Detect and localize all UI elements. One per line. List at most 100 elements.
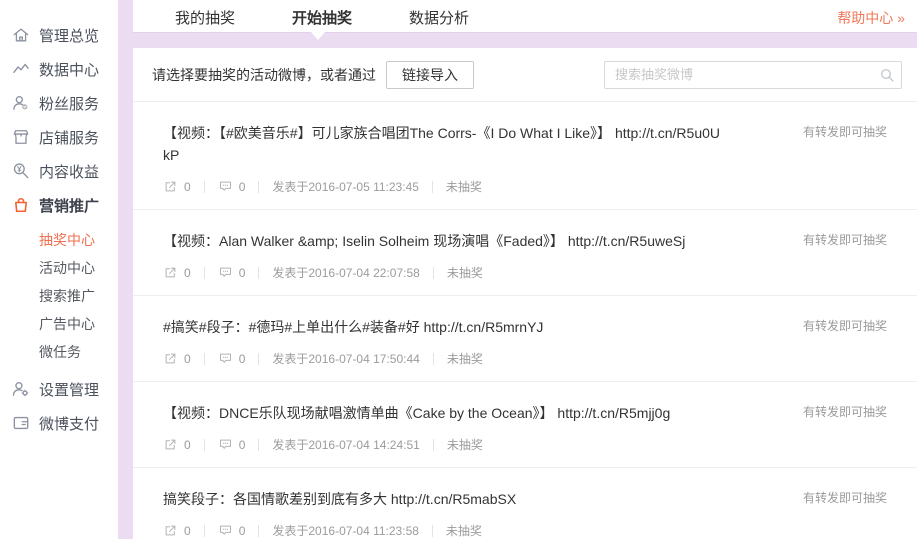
post-rule-label: 有转发即可抽奖 [802, 125, 887, 139]
sidebar: 管理总览 数据中心 粉丝服务 店铺服务 内容收益 营销推广 抽奖中心 活动中心 … [0, 0, 118, 539]
publish-time: 发表于2016-07-04 14:24:51 [272, 438, 420, 452]
share-icon [163, 179, 178, 194]
post-rule-label: 有转发即可抽奖 [802, 233, 887, 247]
lottery-status: 未抽奖 [446, 352, 483, 366]
sidebar-item-weibo-pay[interactable]: 微博支付 [0, 406, 118, 440]
tab-bar: 我的抽奖 开始抽奖 数据分析 帮助中心 » [133, 0, 917, 32]
post-rule-label: 有转发即可抽奖 [802, 319, 887, 333]
wallet-icon [11, 413, 31, 433]
line-chart-icon [11, 59, 31, 79]
search-box [604, 60, 902, 89]
home-icon [11, 25, 31, 45]
post-rule-label: 有转发即可抽奖 [802, 491, 887, 505]
link-import-button[interactable]: 链接导入 [386, 60, 474, 89]
post-item[interactable]: #搞笑#段子：#德玛#上单出什么#装备#好 http://t.cn/R5mrnY… [133, 296, 917, 382]
share-icon [163, 351, 178, 366]
divider [258, 438, 260, 451]
comment-count: 0 [238, 265, 246, 280]
share-count: 0 [184, 265, 191, 280]
sidebar-item-label: 店铺服务 [39, 129, 100, 147]
comment-icon [218, 523, 233, 538]
share-icon [163, 523, 178, 538]
card-header: 请选择要抽奖的活动微博，或者通过 链接导入 [133, 48, 917, 102]
post-title: 【视频：DNCE乐队现场献唱激情单曲《Cake by the Ocean》】 h… [163, 405, 671, 421]
help-center-link[interactable]: 帮助中心 » [837, 8, 905, 28]
sidebar-item-label: 设置管理 [39, 381, 100, 399]
divider [432, 266, 434, 279]
divider [258, 524, 260, 537]
publish-time: 发表于2016-07-04 22:07:58 [272, 266, 420, 280]
post-meta: 0 0 发表于2016-07-04 22:07:58 未抽奖 [163, 264, 887, 281]
search-icon[interactable] [879, 67, 895, 83]
lottery-status: 未抽奖 [445, 524, 482, 538]
sidebar-item-label: 粉丝服务 [39, 95, 100, 113]
sidebar-item-content-income[interactable]: 内容收益 [0, 154, 118, 188]
tab-content-gap [133, 32, 917, 48]
lottery-status: 未抽奖 [446, 266, 483, 280]
lottery-status: 未抽奖 [445, 180, 482, 194]
sidebar-subitem-lottery-center[interactable]: 抽奖中心 [0, 226, 118, 254]
sidebar-item-label: 微博支付 [39, 415, 100, 433]
fans-icon [11, 93, 31, 113]
post-meta: 0 0 发表于2016-07-05 11:23:45 未抽奖 [163, 178, 887, 195]
post-title: 【视频：【#欧美音乐#】可儿家族合唱团The Corrs-《I Do What … [163, 125, 721, 163]
post-item[interactable]: 【视频：DNCE乐队现场献唱激情单曲《Cake by the Ocean》】 h… [133, 382, 917, 468]
post-item[interactable]: 搞笑段子：各国情歌差别到底有多大 http://t.cn/R5mabSX 有转发… [133, 468, 917, 539]
tab-my-lottery[interactable]: 我的抽奖 [175, 5, 235, 28]
post-title: 搞笑段子：各国情歌差别到底有多大 http://t.cn/R5mabSX [163, 491, 517, 507]
post-item[interactable]: 【视频：Alan Walker &amp; Iselin Solheim 现场演… [133, 210, 917, 296]
sidebar-content-divider [118, 0, 133, 539]
post-item[interactable]: 【视频：【#欧美音乐#】可儿家族合唱团The Corrs-《I Do What … [133, 102, 917, 210]
share-count: 0 [184, 351, 191, 366]
comment-count: 0 [238, 437, 246, 452]
comment-icon [218, 437, 233, 452]
publish-time: 发表于2016-07-04 17:50:44 [272, 352, 420, 366]
sidebar-subitem-ad-center[interactable]: 广告中心 [0, 310, 118, 338]
main-content: 我的抽奖 开始抽奖 数据分析 帮助中心 » 请选择要抽奖的活动微博，或者通过 链… [133, 0, 917, 539]
post-meta: 0 0 发表于2016-07-04 11:23:58 未抽奖 [163, 522, 887, 539]
lottery-status: 未抽奖 [446, 438, 483, 452]
search-input[interactable] [604, 60, 902, 89]
sidebar-item-marketing[interactable]: 营销推广 [0, 188, 118, 222]
sidebar-subitem-search-promotion[interactable]: 搜索推广 [0, 282, 118, 310]
sidebar-item-data-center[interactable]: 数据中心 [0, 52, 118, 86]
share-count: 0 [184, 179, 191, 194]
divider [203, 266, 205, 279]
comment-icon [218, 351, 233, 366]
publish-time: 发表于2016-07-05 11:23:45 [272, 180, 419, 194]
sidebar-item-overview[interactable]: 管理总览 [0, 18, 118, 52]
comment-count: 0 [238, 351, 246, 366]
divider [203, 352, 205, 365]
sidebar-item-fans-service[interactable]: 粉丝服务 [0, 86, 118, 120]
post-meta: 0 0 发表于2016-07-04 17:50:44 未抽奖 [163, 350, 887, 367]
divider [432, 352, 434, 365]
divider [432, 438, 434, 451]
post-meta: 0 0 发表于2016-07-04 14:24:51 未抽奖 [163, 436, 887, 453]
sidebar-subitem-activity-center[interactable]: 活动中心 [0, 254, 118, 282]
divider [258, 266, 260, 279]
share-count: 0 [184, 437, 191, 452]
tab-data-analysis[interactable]: 数据分析 [409, 5, 469, 28]
post-title: #搞笑#段子：#德玛#上单出什么#装备#好 http://t.cn/R5mrnY… [163, 319, 544, 335]
divider [431, 180, 433, 193]
shop-icon [11, 127, 31, 147]
share-count: 0 [184, 523, 191, 538]
sidebar-item-label: 营销推广 [39, 197, 100, 215]
divider [203, 180, 205, 193]
sidebar-subitem-micro-task[interactable]: 微任务 [0, 338, 118, 366]
lottery-card: 请选择要抽奖的活动微博，或者通过 链接导入 【视频：【#欧美音乐#】可儿家族合唱… [133, 48, 917, 539]
sidebar-item-label: 内容收益 [39, 163, 100, 181]
sidebar-item-shop-service[interactable]: 店铺服务 [0, 120, 118, 154]
divider [431, 524, 433, 537]
shopping-bag-icon [11, 195, 31, 215]
divider [203, 438, 205, 451]
post-rule-label: 有转发即可抽奖 [802, 405, 887, 419]
income-magnifier-icon [11, 161, 31, 181]
sidebar-item-settings[interactable]: 设置管理 [0, 372, 118, 406]
active-tab-notch [311, 32, 325, 40]
tab-start-lottery[interactable]: 开始抽奖 [292, 5, 352, 28]
sidebar-item-label: 数据中心 [39, 61, 100, 79]
post-title: 【视频：Alan Walker &amp; Iselin Solheim 现场演… [163, 233, 686, 249]
instruction-text: 请选择要抽奖的活动微博，或者通过 [152, 66, 376, 83]
comment-count: 0 [238, 179, 246, 194]
